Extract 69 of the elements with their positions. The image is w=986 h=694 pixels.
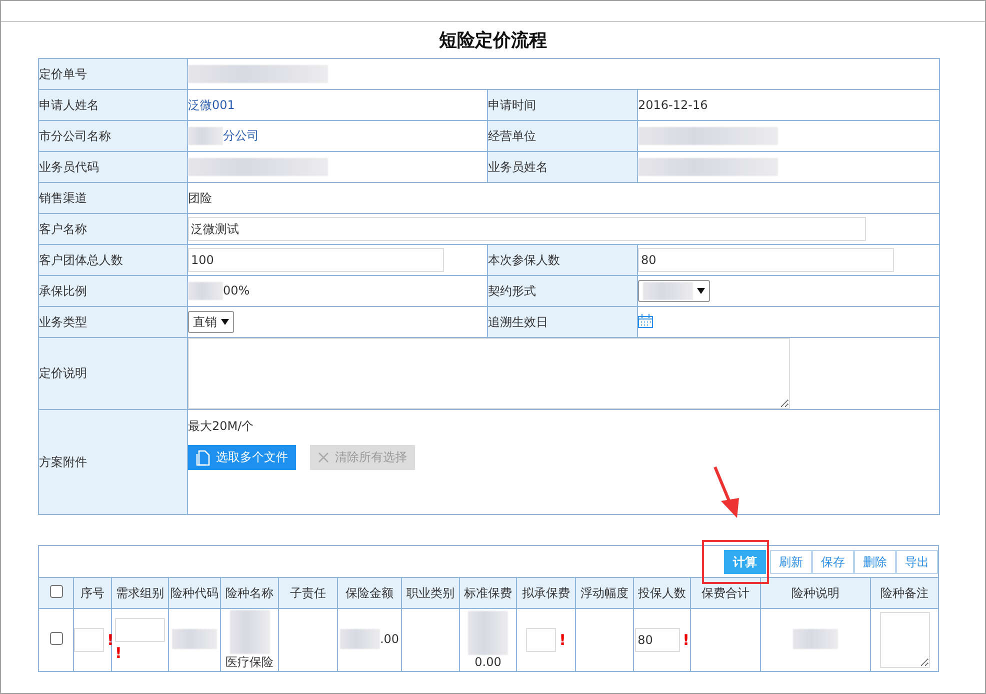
field-label: 契约形式 <box>488 276 638 306</box>
value-text: 团险 <box>188 190 212 204</box>
column-header: 标准保费 <box>460 578 516 608</box>
field-label: 业务员代码 <box>38 152 188 182</box>
required-mark: ! <box>115 644 122 662</box>
select-field[interactable] <box>638 280 710 302</box>
field-label: 业务员姓名 <box>488 152 638 182</box>
required-mark: ! <box>107 631 114 649</box>
toolbar-button[interactable]: 刷新 <box>770 550 812 574</box>
field-label: 客户团体总人数 <box>38 244 188 276</box>
close-icon <box>318 452 329 463</box>
value-link[interactable]: 泛微001 <box>188 98 235 112</box>
text-field[interactable]: 泛微测试 <box>188 217 866 241</box>
text-field[interactable] <box>526 628 556 652</box>
text-field[interactable] <box>74 628 104 652</box>
column-header: 浮动幅度 <box>576 578 634 608</box>
field-label: 承保比例 <box>38 276 188 306</box>
column-header: 职业类别 <box>402 578 460 608</box>
text-field[interactable]: 80 <box>634 628 680 652</box>
field-label: 定价单号 <box>38 58 188 90</box>
toolbar-button[interactable]: 导出 <box>896 550 938 574</box>
field-label: 经营单位 <box>488 120 638 152</box>
arrow-annotation <box>713 465 741 519</box>
value-link[interactable]: 分公司 <box>223 128 259 142</box>
page-title: 短险定价流程 <box>438 29 548 53</box>
cell-text: 医疗保险 <box>226 654 274 670</box>
caret-icon <box>697 288 705 294</box>
field-label: 方案附件 <box>38 410 188 514</box>
value-text: 2016-12-16 <box>638 98 708 112</box>
checkbox[interactable] <box>50 632 62 645</box>
text-field[interactable]: 100 <box>188 248 444 272</box>
cell-text: 0.00 <box>474 655 502 669</box>
notes-field[interactable] <box>880 612 930 668</box>
files-icon <box>196 450 210 466</box>
field-label: 客户名称 <box>38 214 188 244</box>
select-field[interactable]: 直销 <box>188 311 234 333</box>
value-text: 00% <box>223 283 250 298</box>
field-label: 销售渠道 <box>38 182 188 214</box>
toolbar-button[interactable]: 保存 <box>812 550 854 574</box>
column-header: 险种说明 <box>760 578 870 608</box>
column-header: 险种名称 <box>220 578 278 608</box>
field-label: 本次参保人数 <box>488 244 638 276</box>
column-header: 投保人数 <box>634 578 690 608</box>
column-header: 保费合计 <box>690 578 760 608</box>
field-label: 业务类型 <box>38 306 188 338</box>
description-field[interactable] <box>188 338 790 409</box>
cell-text: .00 <box>380 632 400 646</box>
select-files-button[interactable]: 选取多个文件 <box>188 445 296 470</box>
column-header: 拟承保费 <box>516 578 576 608</box>
required-mark: ! <box>682 631 690 649</box>
text-field[interactable] <box>115 618 165 642</box>
column-header: 保险金额 <box>338 578 402 608</box>
field-label: 追溯生效日 <box>488 306 638 338</box>
column-header: 序号 <box>74 578 112 608</box>
column-header: 险种备注 <box>870 578 938 608</box>
column-header: 险种代码 <box>168 578 220 608</box>
field-label: 申请时间 <box>488 90 638 120</box>
column-header: 需求组别 <box>112 578 168 608</box>
column-header: 子责任 <box>278 578 338 608</box>
field-label: 申请人姓名 <box>38 90 188 120</box>
text-field[interactable]: 80 <box>638 248 894 272</box>
calendar-icon[interactable] <box>638 314 653 328</box>
required-mark: ! <box>559 631 566 649</box>
field-label: 定价说明 <box>38 338 188 410</box>
field-label: 市分公司名称 <box>38 120 188 152</box>
toolbar-button[interactable]: 删除 <box>854 550 896 574</box>
size-limit-note: 最大20M/个 <box>188 418 255 435</box>
checkbox[interactable] <box>50 585 62 598</box>
caret-icon <box>221 319 229 325</box>
